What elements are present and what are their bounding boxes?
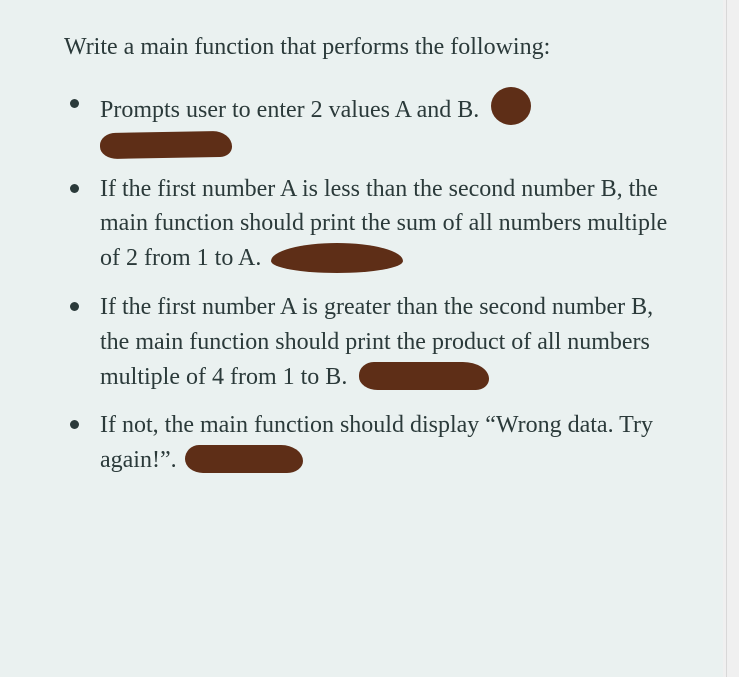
bullet-list: Prompts user to enter 2 values A and B. … <box>64 87 675 478</box>
redaction-icon <box>100 130 232 158</box>
scrollbar-track-edge <box>726 0 727 677</box>
scrollbar-track[interactable] <box>723 0 739 677</box>
list-item-text: If not, the main function should display… <box>100 412 653 473</box>
redaction-icon <box>491 87 531 125</box>
redaction-icon <box>271 243 403 273</box>
list-item-text: Prompts user to enter 2 values A and B. <box>100 97 479 123</box>
list-item: If the first number A is less than the s… <box>64 172 675 276</box>
redaction-icon <box>359 362 489 390</box>
intro-paragraph: Write a main function that performs the … <box>64 30 675 65</box>
document-body: Write a main function that performs the … <box>0 0 739 522</box>
list-item: Prompts user to enter 2 values A and B. <box>64 87 675 158</box>
list-item: If the first number A is greater than th… <box>64 290 675 394</box>
list-item: If not, the main function should display… <box>64 408 675 478</box>
redaction-icon <box>185 445 303 473</box>
